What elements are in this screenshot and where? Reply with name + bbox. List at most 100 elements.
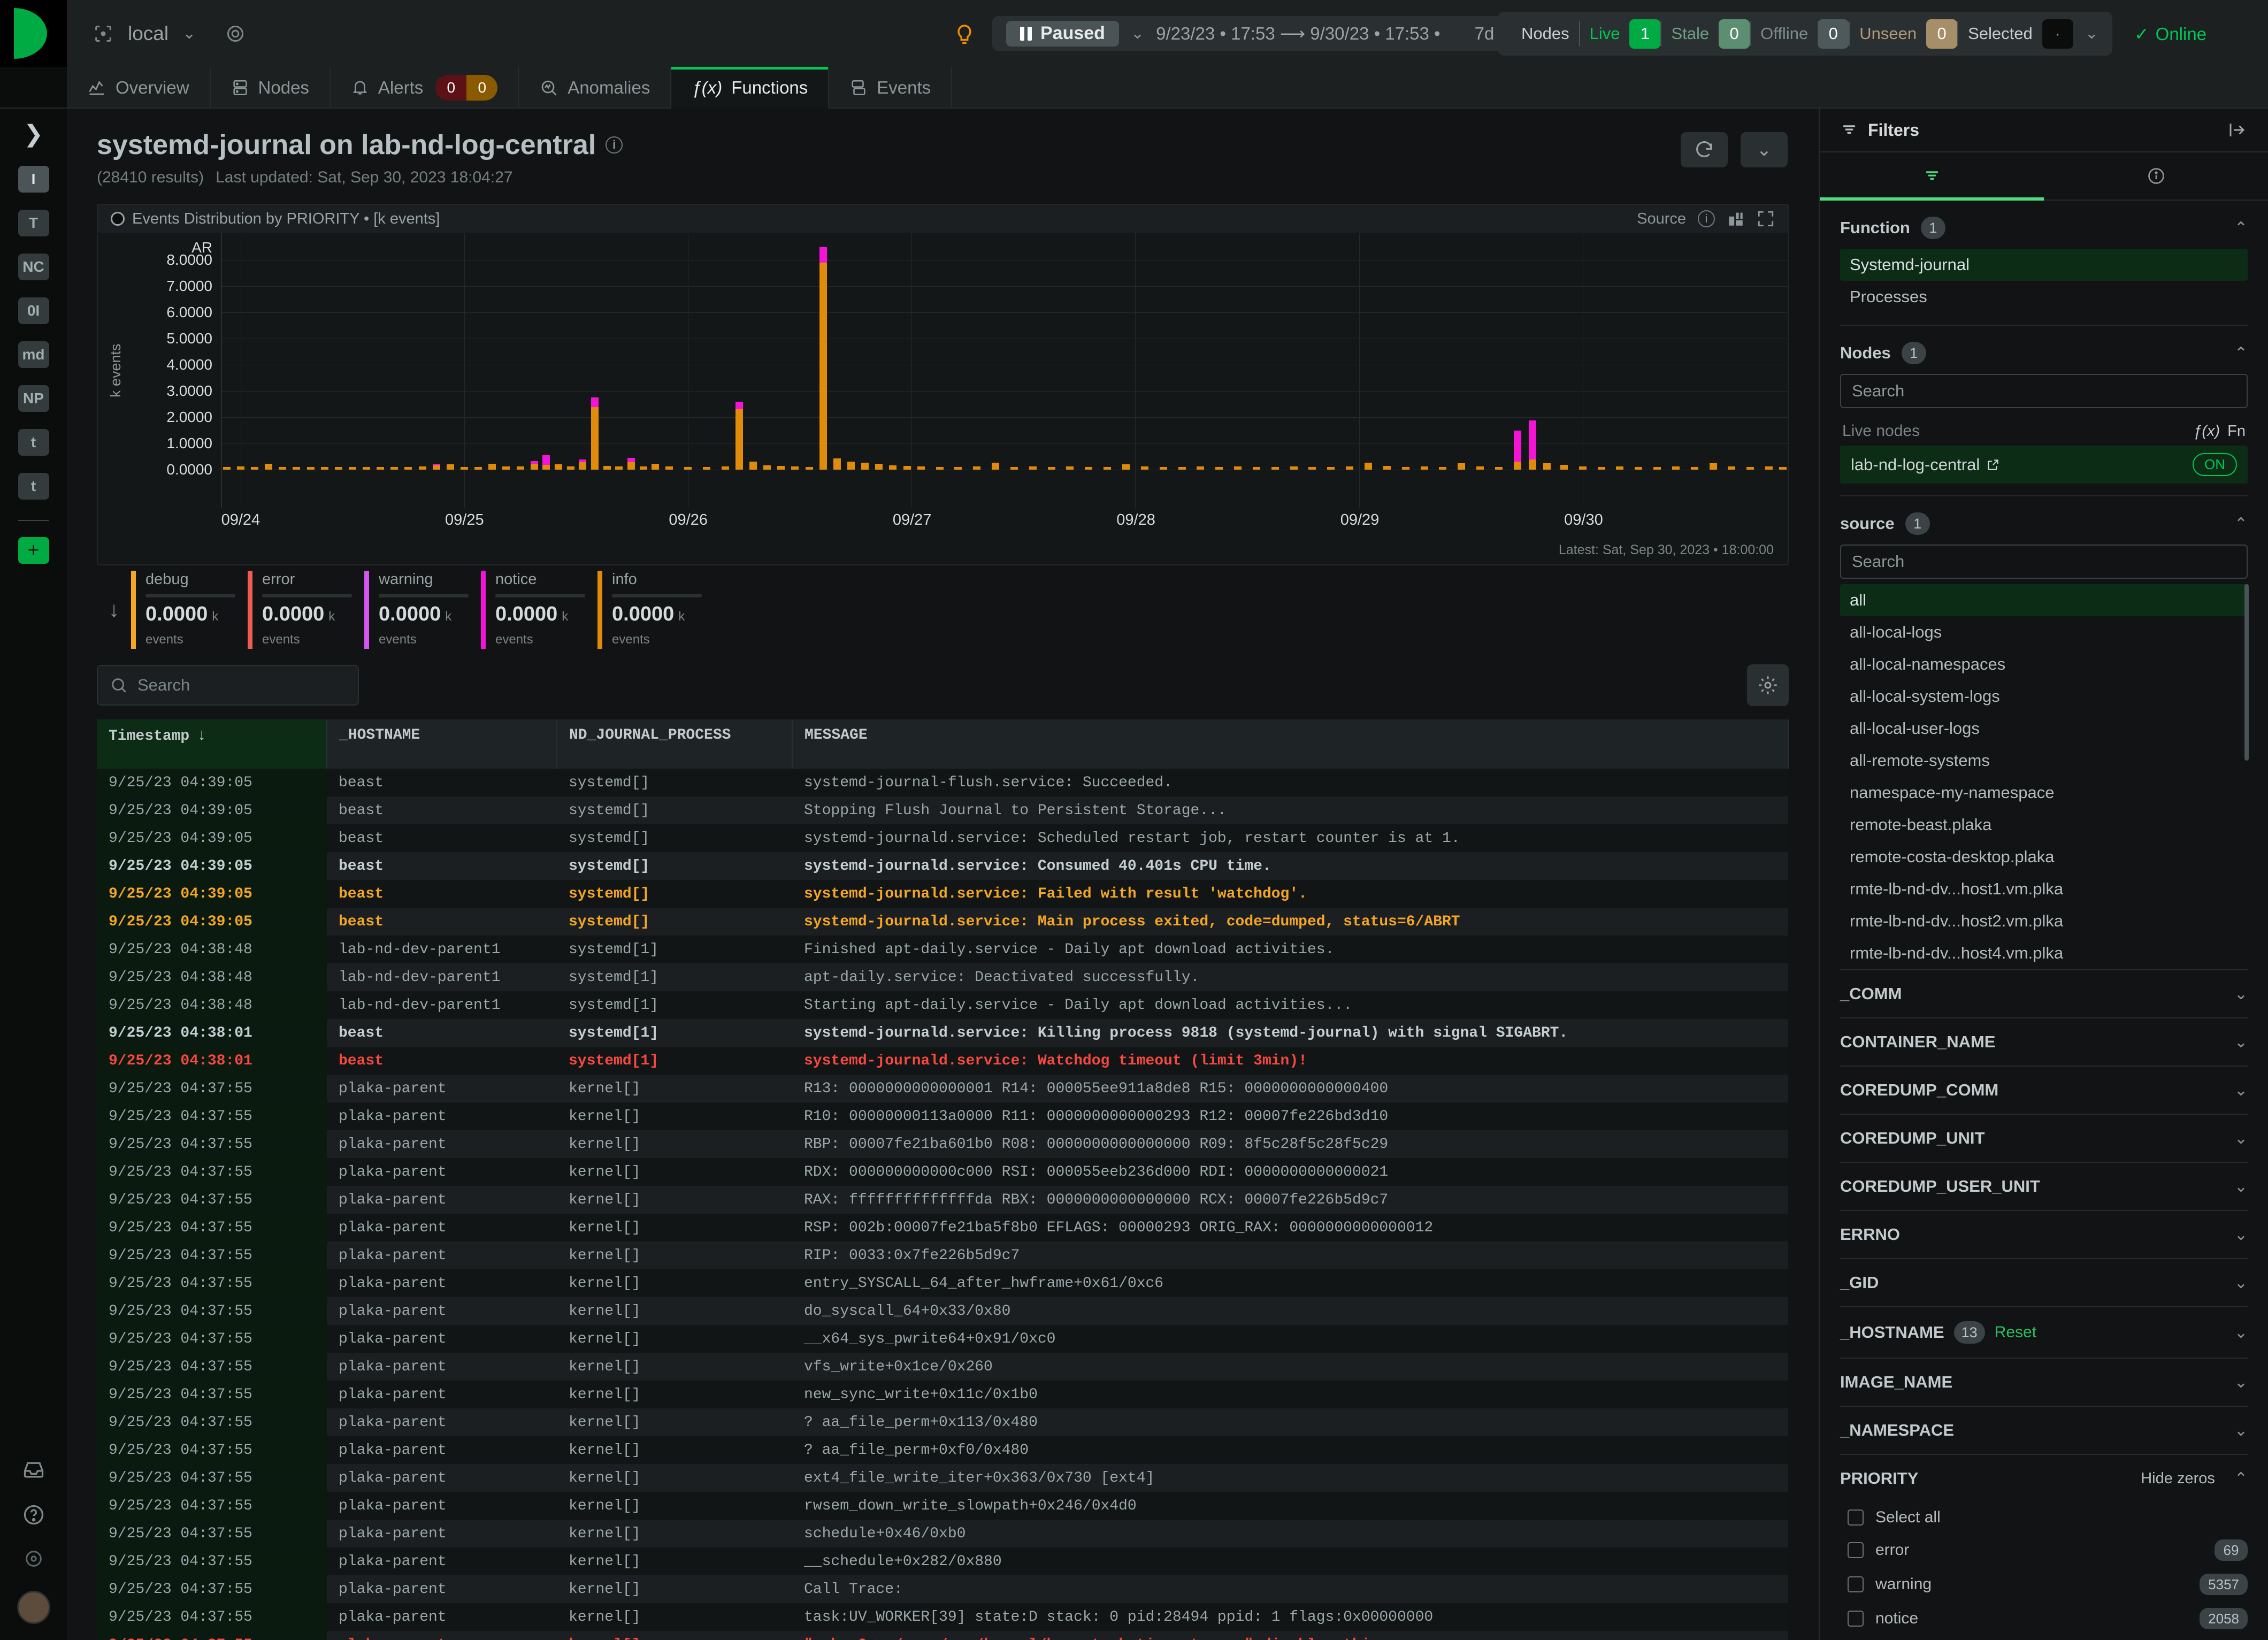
chart-bar[interactable] bbox=[446, 464, 454, 470]
tab-alerts[interactable]: Alerts 0 0 bbox=[331, 67, 519, 109]
chart-bar[interactable] bbox=[1029, 466, 1037, 470]
chart-bar[interactable] bbox=[1401, 467, 1409, 470]
chart-bar[interactable] bbox=[917, 466, 925, 470]
chart-bar[interactable] bbox=[1104, 466, 1112, 470]
chart-bar[interactable] bbox=[639, 466, 647, 470]
chart-bar[interactable] bbox=[1197, 466, 1205, 470]
chart-bar[interactable] bbox=[1746, 467, 1754, 470]
chart-bar[interactable] bbox=[307, 467, 315, 470]
chart-bar[interactable] bbox=[265, 464, 273, 470]
rail-item-6[interactable]: t bbox=[18, 429, 49, 456]
node-item-lab-nd-log-central[interactable]: lab-nd-log-central ON bbox=[1840, 446, 2248, 484]
chevron-up-icon[interactable]: ⌃ bbox=[2234, 219, 2248, 237]
chart-bar[interactable] bbox=[992, 463, 1000, 470]
chevron-down-icon[interactable]: ⌄ bbox=[2234, 1274, 2248, 1292]
table-row[interactable]: 9/25/23 04:38:01 beast systemd[1] systemd-j… bbox=[97, 1047, 1788, 1075]
rail-item-7[interactable]: t bbox=[18, 473, 49, 500]
filter-accordion-errno[interactable]: ERRNO ⌄ bbox=[1840, 1210, 2248, 1258]
checkbox[interactable] bbox=[1848, 1611, 1864, 1627]
chevron-down-icon[interactable]: ⌄ bbox=[2234, 1373, 2248, 1392]
chart-bar[interactable] bbox=[1308, 467, 1316, 470]
filters-tab-info[interactable] bbox=[2044, 152, 2268, 200]
source-option[interactable]: all-local-system-logs bbox=[1840, 680, 2248, 712]
table-row[interactable]: 9/25/23 04:38:48 lab-nd-dev-parent1 system… bbox=[97, 936, 1788, 963]
table-row[interactable]: 9/25/23 04:37:55 plaka-parent kernel[] RSP:… bbox=[97, 1214, 1788, 1242]
chart-bar[interactable] bbox=[236, 466, 244, 470]
chart-bar[interactable] bbox=[1383, 466, 1391, 470]
table-row[interactable]: 9/25/23 04:39:05 beast systemd[] systemd-jo… bbox=[97, 852, 1788, 880]
source-option[interactable]: namespace-my-namespace bbox=[1840, 777, 2248, 809]
col-header-timestamp[interactable]: Timestamp ↓ bbox=[97, 719, 327, 769]
table-row[interactable]: 9/25/23 04:37:55 plaka-parent kernel[] R10:… bbox=[97, 1102, 1788, 1130]
scrollbar-thumb[interactable] bbox=[2244, 584, 2249, 761]
legend-item-warning[interactable]: warning 0.0000 k events bbox=[364, 571, 481, 649]
chart-bar[interactable] bbox=[1327, 467, 1335, 470]
filter-section-function[interactable]: Function 1 ⌃ bbox=[1840, 201, 2248, 249]
table-row[interactable]: 9/25/23 04:37:55 plaka-parent kernel[] ? a… bbox=[97, 1408, 1788, 1436]
nodes-selected-value[interactable]: · bbox=[2042, 19, 2073, 49]
source-option[interactable]: remote-beast.plaka bbox=[1840, 809, 2248, 841]
filter-section-nodes[interactable]: Nodes 1 ⌃ bbox=[1840, 326, 2248, 374]
chart-bar[interactable] bbox=[1215, 467, 1223, 470]
chart-bar[interactable] bbox=[1528, 420, 1536, 470]
chart-bar[interactable] bbox=[665, 466, 673, 470]
checkbox[interactable] bbox=[1848, 1576, 1864, 1593]
chevron-up-icon[interactable]: ⌃ bbox=[2234, 344, 2248, 363]
chart-bar[interactable] bbox=[805, 467, 813, 470]
chart-bar[interactable] bbox=[684, 466, 692, 470]
checkbox[interactable] bbox=[1848, 1542, 1864, 1559]
chart-bar[interactable] bbox=[1364, 463, 1372, 470]
table-row[interactable]: 9/25/23 04:37:55 plaka-parent kernel[] ? a… bbox=[97, 1436, 1788, 1464]
chart-bar[interactable] bbox=[819, 247, 827, 470]
chart-bar[interactable] bbox=[554, 464, 562, 470]
filter-section-source[interactable]: source 1 ⌃ bbox=[1840, 496, 2248, 545]
tab-nodes[interactable]: Nodes bbox=[211, 67, 331, 109]
chart-bar[interactable] bbox=[293, 466, 301, 470]
chart-bar[interactable] bbox=[652, 464, 660, 470]
chart-bar[interactable] bbox=[791, 466, 799, 470]
logs-table[interactable]: Timestamp ↓ _HOSTNAME ND_JOURNAL_PROCESS … bbox=[97, 719, 1789, 1640]
rail-item-3[interactable]: 0I bbox=[18, 297, 49, 324]
priority-option-warning[interactable]: warning 5357 bbox=[1840, 1567, 2248, 1601]
table-row[interactable]: 9/25/23 04:37:55 plaka-parent kernel[] rws… bbox=[97, 1492, 1788, 1520]
nodes-unseen-count[interactable]: 0 bbox=[1926, 19, 1958, 49]
table-row[interactable]: 9/25/23 04:38:01 beast systemd[1] systemd-j… bbox=[97, 1019, 1788, 1047]
chevron-down-icon[interactable]: ⌄ bbox=[2234, 1033, 2248, 1052]
filter-accordion--gid[interactable]: _GID ⌄ bbox=[1840, 1258, 2248, 1306]
hide-zeros-toggle[interactable]: Hide zeros bbox=[2141, 1470, 2215, 1488]
tab-events[interactable]: Events bbox=[829, 67, 953, 109]
filters-tab-filter[interactable] bbox=[1820, 152, 2044, 201]
chart-bar[interactable] bbox=[1495, 467, 1503, 470]
chart-bar[interactable] bbox=[1047, 467, 1055, 470]
col-header-message[interactable]: MESSAGE bbox=[792, 719, 1789, 769]
filter-accordion-image-name[interactable]: IMAGE_NAME ⌄ bbox=[1840, 1358, 2248, 1406]
chart-bar[interactable] bbox=[954, 467, 962, 470]
filter-accordion--hostname[interactable]: _HOSTNAME 13 Reset ⌄ bbox=[1840, 1306, 2248, 1358]
chart-bars[interactable] bbox=[221, 233, 1788, 508]
rail-item-5[interactable]: NP bbox=[18, 385, 49, 412]
chart-bar[interactable] bbox=[488, 464, 496, 470]
chart-bar[interactable] bbox=[334, 467, 342, 470]
chart-bar[interactable] bbox=[1779, 467, 1787, 470]
chart-bar[interactable] bbox=[936, 467, 944, 470]
chart-bar[interactable] bbox=[579, 459, 587, 470]
tab-overview[interactable]: Overview bbox=[67, 67, 211, 109]
rail-item-2[interactable]: NC bbox=[18, 254, 49, 280]
chart-bar[interactable] bbox=[530, 461, 538, 470]
nodes-stale-count[interactable]: 0 bbox=[1719, 19, 1750, 49]
chart-bar[interactable] bbox=[1579, 466, 1587, 470]
table-row[interactable]: 9/25/23 04:37:55plaka-parentkernel[]"ech… bbox=[97, 1631, 1788, 1640]
chart-bar[interactable] bbox=[702, 467, 710, 470]
chart-bar[interactable] bbox=[432, 464, 440, 470]
chart-bar[interactable] bbox=[615, 466, 623, 470]
chart-bar[interactable] bbox=[1010, 467, 1018, 470]
add-space-button[interactable]: + bbox=[18, 537, 49, 564]
search-input[interactable]: Search bbox=[97, 665, 359, 706]
chart-bar[interactable] bbox=[1140, 466, 1148, 470]
filter-accordion-container-name[interactable]: CONTAINER_NAME ⌄ bbox=[1840, 1017, 2248, 1066]
col-header-hostname[interactable]: _HOSTNAME bbox=[327, 719, 557, 769]
chart-source-label[interactable]: Source bbox=[1637, 210, 1686, 228]
alerts-warning-badge[interactable]: 0 bbox=[466, 75, 498, 101]
chart-bar[interactable] bbox=[1234, 466, 1242, 470]
chart-bar[interactable] bbox=[1690, 467, 1698, 470]
